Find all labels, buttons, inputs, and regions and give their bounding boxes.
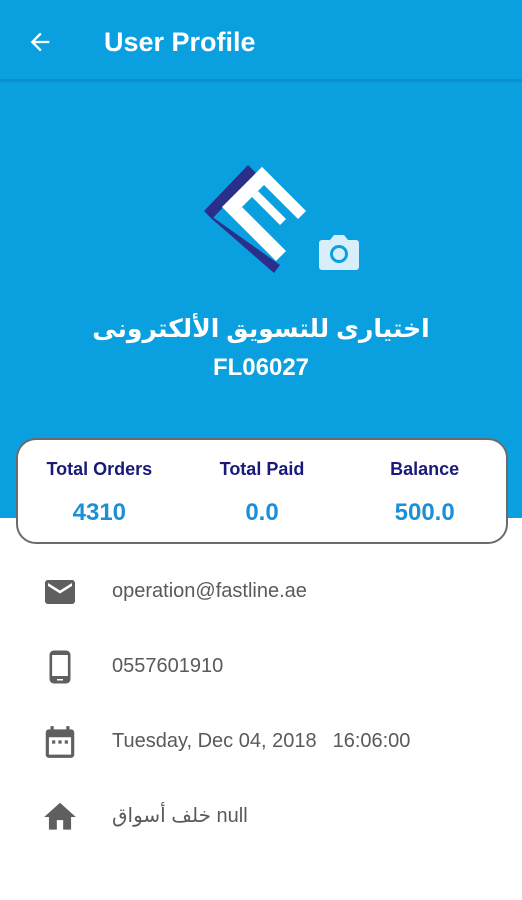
address-text: خلف أسواق null — [112, 805, 248, 827]
account-id: FL06027 — [212, 354, 310, 381]
home-icon — [40, 799, 80, 835]
stats-card: Total Orders 4310 Total Paid 0.0 Balance… — [16, 438, 508, 544]
stat-label: Balance — [390, 459, 460, 479]
stat-label: Total Paid — [219, 459, 305, 479]
arrow-back-icon — [30, 32, 50, 52]
date-text: Tuesday, Dec 04, 2018 — [112, 730, 317, 752]
phone-icon — [40, 649, 80, 685]
stat-balance: Balance 500.0 — [343, 440, 506, 542]
stat-total-orders: Total Orders 4310 — [18, 440, 181, 542]
change-photo-button[interactable] — [318, 232, 360, 272]
address-row: خلف أسواق null — [0, 791, 522, 841]
company-name: اختيارى للتسويق الألكترونى — [92, 315, 430, 343]
date-row: Tuesday, Dec 04, 2018 16:06:00 — [0, 716, 522, 766]
back-button[interactable] — [18, 22, 62, 62]
stat-value: 4310 — [72, 499, 127, 526]
page-title: User Profile — [104, 27, 256, 57]
company-logo-f-icon — [204, 165, 306, 273]
phone-text: 0557601910 — [112, 655, 224, 677]
email-text: operation@fastline.ae — [112, 580, 307, 602]
date-time-text: Tuesday, Dec 04, 2018 16:06:00 — [112, 728, 410, 754]
stat-label: Total Orders — [46, 459, 153, 479]
email-row: operation@fastline.ae — [0, 566, 522, 616]
app-bar: User Profile — [0, 0, 522, 82]
stat-value: 0.0 — [245, 499, 279, 526]
stat-total-paid: Total Paid 0.0 — [181, 440, 344, 542]
stat-value: 500.0 — [394, 499, 455, 526]
email-icon — [40, 574, 80, 610]
time-text: 16:06:00 — [332, 730, 411, 752]
camera-icon — [319, 235, 359, 270]
calendar-icon — [40, 724, 80, 760]
phone-row: 0557601910 — [0, 641, 522, 691]
